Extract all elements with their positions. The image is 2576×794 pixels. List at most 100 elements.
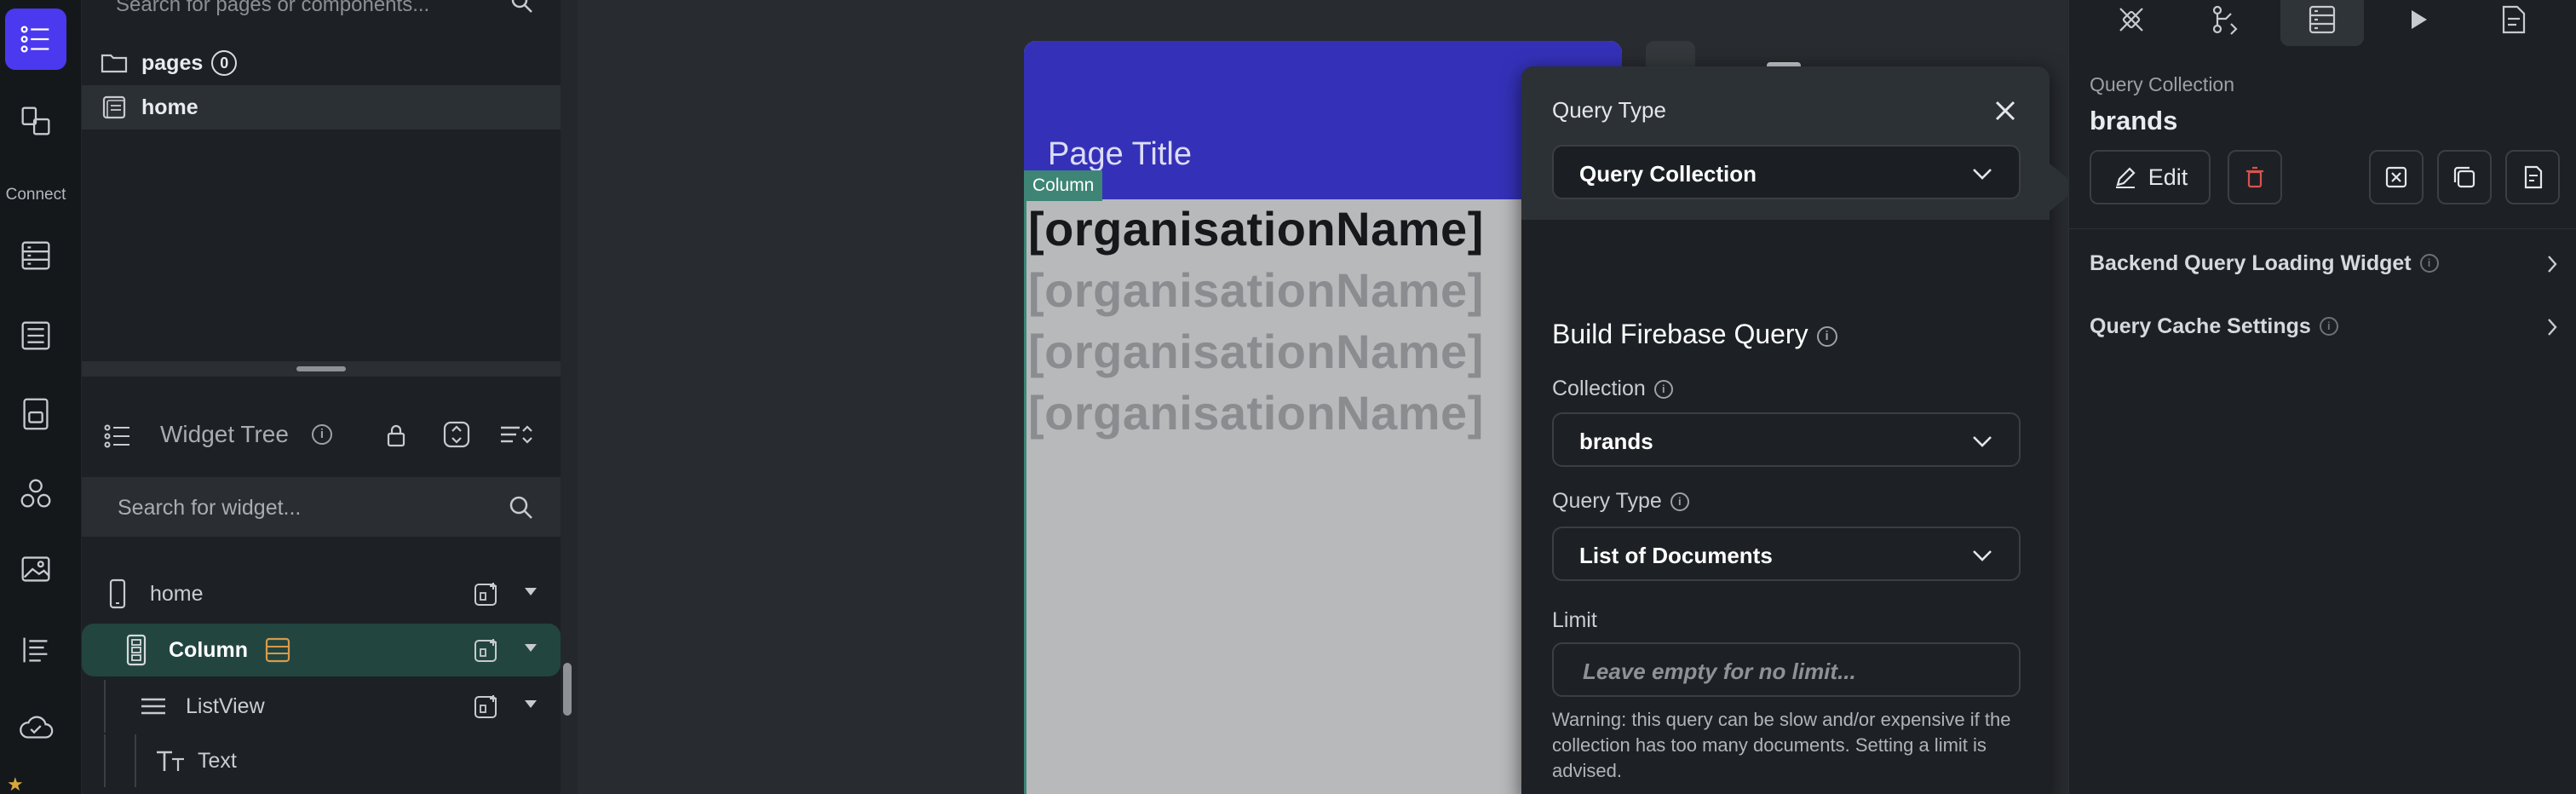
play-icon: [2412, 10, 2427, 29]
org-name-text[interactable]: [organisationName]: [1028, 324, 1484, 379]
text-icon: [23, 637, 48, 663]
tab-documentation[interactable]: [2471, 0, 2555, 46]
pages-search[interactable]: Search for pages or components...: [82, 0, 561, 31]
edit-query-button[interactable]: Edit: [2090, 150, 2211, 204]
tree-icon: [21, 321, 50, 350]
panel-scrollbar-thumb[interactable]: [563, 663, 572, 716]
edit-button-label: Edit: [2148, 164, 2188, 190]
page-row-home-label: home: [141, 95, 198, 119]
info-icon[interactable]: i: [312, 424, 332, 445]
delete-query-button[interactable]: [2228, 150, 2282, 204]
chevron-right-icon: [2548, 319, 2557, 336]
column-tag: Column: [1024, 170, 1103, 201]
add-widget-icon[interactable]: [472, 579, 501, 608]
widget-tree-title: Widget Tree: [160, 421, 289, 447]
components-nav-item[interactable]: [5, 90, 66, 152]
trash-icon: [2246, 166, 2263, 188]
storage-nav-item[interactable]: [5, 383, 66, 445]
chevron-down-icon: [1973, 550, 1992, 561]
widget-tree-nav-item[interactable]: [5, 9, 66, 70]
info-icon[interactable]: i: [2419, 254, 2439, 273]
tab-properties[interactable]: [2090, 0, 2173, 46]
integrations-nav-item[interactable]: [5, 463, 66, 525]
limit-label: Limit: [1552, 608, 1597, 632]
expand-caret-icon[interactable]: [525, 588, 537, 596]
build-query-title-text: Build Firebase Query: [1552, 319, 1808, 349]
widget-row-listview-label: ListView: [186, 693, 265, 718]
limit-warning: Warning: this query can be slow and/or e…: [1552, 709, 2011, 781]
edit-icon: [2115, 167, 2136, 188]
tab-preview[interactable]: [2376, 0, 2459, 46]
clear-icon: [2385, 166, 2407, 188]
widget-row-home-label: home: [150, 581, 204, 606]
inner-query-type-select[interactable]: List of Documents: [1552, 526, 2021, 581]
backend-query-icon: [265, 637, 290, 663]
widget-row-column-label: Column: [169, 637, 249, 662]
query-type-select[interactable]: Query Collection: [1552, 145, 2021, 199]
document-icon: [2502, 5, 2526, 34]
database-icon: [2309, 5, 2336, 34]
expand-caret-icon[interactable]: [525, 700, 537, 708]
widget-search-placeholder: Search for widget...: [118, 496, 302, 520]
query-kind-label: Query Collection: [2090, 73, 2235, 95]
collection-select[interactable]: brands: [1552, 412, 2021, 467]
widget-tree-header: Widget Tree i: [82, 377, 561, 448]
widget-tree-panel: Widget Tree i Search for widget... home …: [82, 377, 561, 794]
list-icon: [20, 26, 49, 53]
properties-divider: [2069, 228, 2576, 229]
widget-row-text[interactable]: Text: [82, 734, 561, 787]
build-query-title: Build Firebase Query i: [1552, 319, 1837, 350]
pages-folder-label: pages: [141, 50, 204, 75]
tab-backend-query[interactable]: [2280, 0, 2364, 46]
paste-query-button[interactable]: [2505, 150, 2560, 204]
org-name-text[interactable]: [organisationName]: [1028, 262, 1484, 318]
info-icon[interactable]: i: [2319, 317, 2338, 336]
info-icon[interactable]: i: [1653, 380, 1673, 400]
sort-icon[interactable]: [497, 419, 535, 450]
info-icon[interactable]: i: [1670, 492, 1689, 512]
design-icon: [2119, 8, 2143, 32]
pages-folder-row[interactable]: pages 0: [82, 41, 561, 85]
collection-label: Collection i: [1552, 377, 1673, 401]
backend-query-loading-widget-row[interactable]: Backend Query Loading Widget i: [2090, 242, 2567, 285]
backend-query-loading-widget-label: Backend Query Loading Widget: [2090, 250, 2412, 275]
expand-caret-icon[interactable]: [525, 644, 537, 652]
org-name-text[interactable]: [organisationName]: [1028, 201, 1484, 256]
add-widget-icon[interactable]: [472, 692, 501, 721]
cloud-nav-item[interactable]: [5, 697, 66, 758]
clear-query-button[interactable]: [2369, 150, 2424, 204]
panel-resize-divider[interactable]: [82, 361, 561, 377]
add-widget-icon[interactable]: [472, 636, 501, 665]
org-name-text[interactable]: [organisationName]: [1028, 385, 1484, 440]
widget-row-home[interactable]: home: [82, 567, 561, 620]
widget-search-input[interactable]: Search for widget...: [82, 477, 561, 537]
inner-query-type-label: Query Type i: [1552, 489, 1689, 514]
custom-code-nav-item[interactable]: [5, 619, 66, 680]
tab-actions[interactable]: [2185, 0, 2268, 46]
resize-handle[interactable]: [296, 366, 346, 371]
list-icon: [104, 424, 129, 448]
database-nav-item[interactable]: [5, 225, 66, 286]
widget-row-listview[interactable]: ListView: [82, 680, 561, 733]
page-row-home[interactable]: home: [82, 85, 561, 129]
connect-label: Connect: [5, 186, 66, 204]
query-cache-settings-label: Query Cache Settings: [2090, 314, 2311, 338]
copy-query-button[interactable]: [2437, 150, 2492, 204]
star-icon: ★: [7, 774, 24, 794]
chevron-down-icon: [1973, 436, 1992, 447]
limit-input[interactable]: Leave empty for no limit...: [1552, 642, 2021, 697]
expand-icon[interactable]: [441, 419, 472, 450]
properties-tabs: [2090, 0, 2567, 49]
database-icon: [21, 241, 50, 270]
media-nav-item[interactable]: [5, 538, 66, 600]
lock-icon[interactable]: [382, 421, 411, 450]
query-collection-name: brands: [2090, 106, 2178, 135]
widget-row-column[interactable]: Column: [82, 624, 561, 676]
query-cache-settings-row[interactable]: Query Cache Settings i: [2090, 305, 2567, 348]
app-state-nav-item[interactable]: [5, 305, 66, 366]
paste-icon: [2524, 165, 2543, 189]
phone-icon: [109, 578, 126, 609]
close-icon[interactable]: [1992, 97, 2019, 124]
query-type-value: Query Collection: [1579, 161, 1757, 187]
info-icon[interactable]: i: [1816, 325, 1837, 347]
